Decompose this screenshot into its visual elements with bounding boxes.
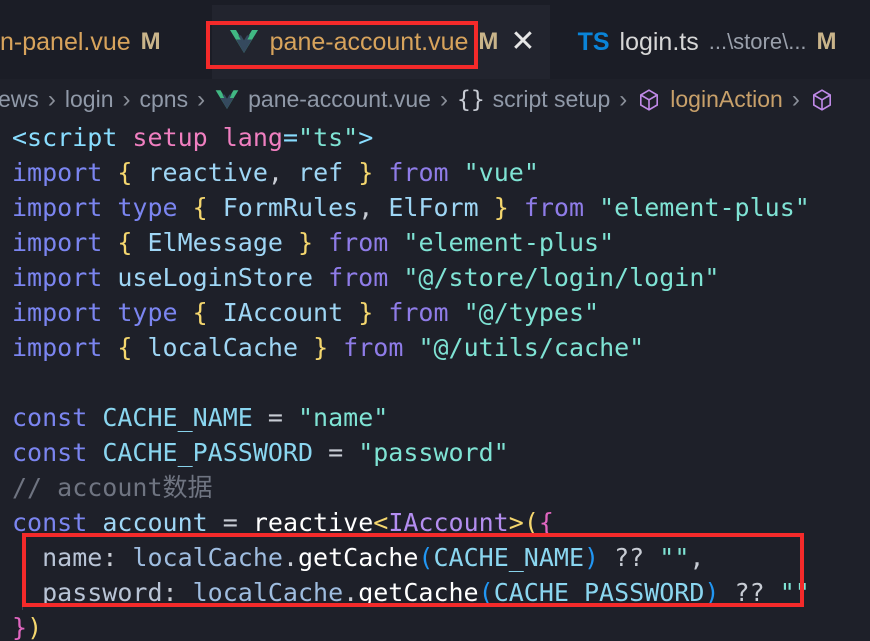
close-icon[interactable]: ✕ [510, 27, 535, 57]
ts-icon: TS [578, 26, 610, 58]
breadcrumb-item-script-setup[interactable]: {} script setup [457, 86, 610, 113]
code-editor[interactable]: <script setup lang="ts"> import { reacti… [0, 120, 870, 641]
tab-description: ...\store\... [708, 29, 807, 54]
chevron-right-icon: › [791, 85, 800, 113]
cube-icon [809, 87, 835, 113]
breadcrumb-label: ews [0, 86, 39, 112]
breadcrumb-item-loginAction[interactable]: loginAction [636, 86, 783, 113]
vue-icon [228, 26, 260, 58]
cube-icon [636, 87, 662, 113]
breadcrumb-label: pane-account.vue [248, 86, 431, 112]
vue-icon [214, 87, 240, 113]
chevron-right-icon: › [47, 85, 56, 113]
code-line[interactable]: }) [0, 610, 870, 641]
code-line[interactable]: const CACHE_NAME = "name" [0, 400, 870, 435]
code-line-comment[interactable]: // account数据 [0, 470, 870, 505]
code-line[interactable]: password: localCache.getCache(CACHE_PASS… [0, 575, 870, 610]
code-line[interactable]: import { ElMessage } from "element-plus" [0, 225, 870, 260]
breadcrumb-item-trailing[interactable] [809, 87, 843, 113]
chevron-right-icon: › [619, 85, 628, 113]
tab-login-ts[interactable]: TS login.ts ...\store\... M [563, 5, 851, 79]
tab-label: n-panel.vue [0, 27, 131, 56]
chevron-right-icon: › [439, 85, 448, 113]
code-line[interactable]: <script setup lang="ts"> [0, 120, 870, 155]
editor-tab-bar: n-panel.vue M pane-account.vue M ✕ TS lo… [0, 0, 870, 79]
breadcrumb-item-cpns[interactable]: cpns [140, 86, 189, 113]
code-line[interactable]: import type { IAccount } from "@/types" [0, 295, 870, 330]
chevron-right-icon: › [197, 85, 206, 113]
ts-icon-label: TS [577, 27, 610, 56]
breadcrumb-label: loginAction [670, 86, 783, 112]
tab-strip: n-panel.vue M pane-account.vue M ✕ TS lo… [0, 5, 870, 79]
breadcrumb-label: cpns [139, 86, 189, 112]
tab-label: pane-account.vue [269, 27, 469, 56]
breadcrumb-item-pane-account-vue[interactable]: pane-account.vue [214, 86, 431, 113]
indent-guide [22, 540, 23, 575]
breadcrumb: ews › login › cpns › pane-account.vue › … [0, 79, 870, 120]
code-line[interactable]: import useLoginStore from "@/store/login… [0, 260, 870, 295]
code-line[interactable]: const account = reactive<IAccount>({ [0, 505, 870, 540]
tab-modified-badge: M [816, 28, 837, 55]
code-line[interactable]: import { reactive, ref } from "vue" [0, 155, 870, 190]
tab-modified-badge: M [478, 28, 499, 55]
breadcrumb-item-login[interactable]: login [65, 86, 114, 113]
code-line[interactable]: import type { FormRules, ElForm } from "… [0, 190, 870, 225]
breadcrumb-label: script setup [492, 86, 611, 112]
tab-modified-badge: M [140, 28, 161, 55]
breadcrumb-item-ews[interactable]: ews [0, 86, 39, 113]
braces-icon: {} [456, 86, 485, 113]
code-line-blank[interactable] [0, 365, 870, 400]
breadcrumb-label: login [64, 86, 114, 112]
tab-n-panel-vue[interactable]: n-panel.vue M [0, 5, 175, 79]
code-line[interactable]: const CACHE_PASSWORD = "password" [0, 435, 870, 470]
code-line[interactable]: import { localCache } from "@/utils/cach… [0, 330, 870, 365]
tab-label: login.ts [619, 27, 699, 56]
chevron-right-icon: › [122, 85, 131, 113]
code-line[interactable]: name: localCache.getCache(CACHE_NAME) ??… [0, 540, 870, 575]
tab-pane-account-vue[interactable]: pane-account.vue M ✕ [211, 5, 550, 79]
indent-guide [22, 575, 23, 610]
